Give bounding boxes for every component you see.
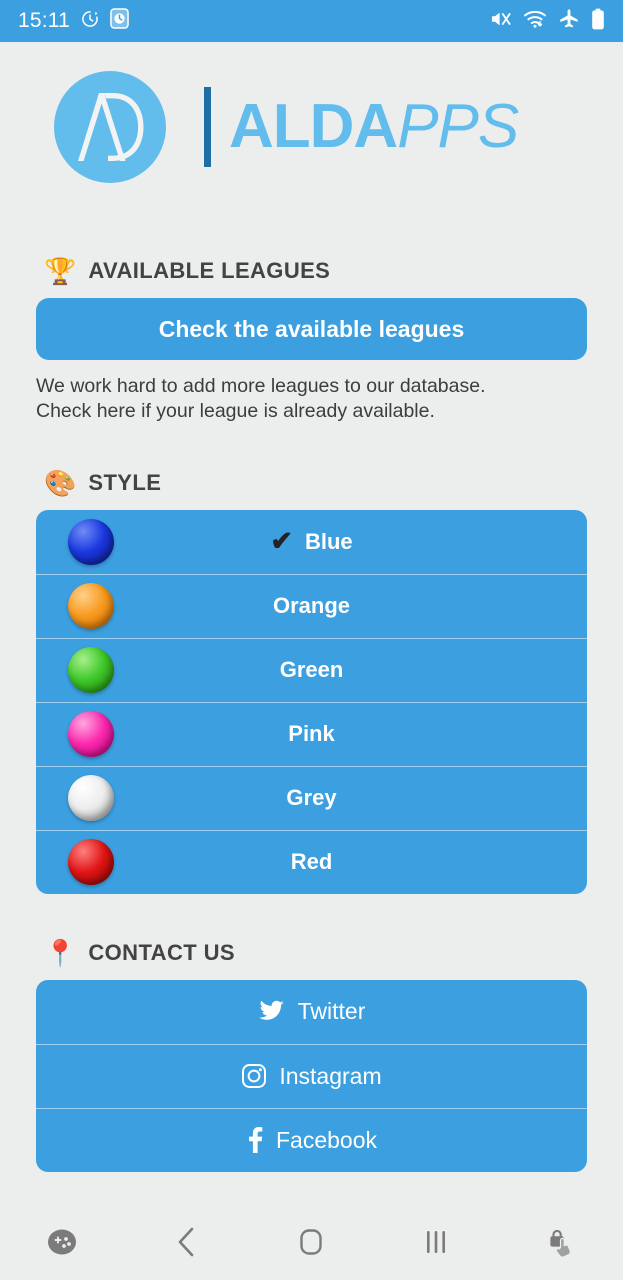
style-option-list: ✔ Blue Orange Green Pink Grey Red: [36, 509, 587, 894]
pushpin-icon: 📍: [44, 937, 77, 968]
note-line-1: We work hard to add more leagues to our …: [36, 375, 486, 397]
game-booster-icon[interactable]: [0, 1227, 125, 1257]
status-bar-clock: 15:11: [18, 9, 70, 32]
contact-us-heading: 📍 CONTACT US: [0, 940, 623, 966]
blue-sphere-icon: [68, 518, 114, 565]
style-option-label: ✔ Blue: [36, 528, 587, 555]
style-option-text: Red: [290, 849, 333, 875]
style-option-label: Orange: [36, 593, 587, 619]
available-leagues-title: AVAILABLE LEAGUES: [88, 258, 331, 283]
grey-sphere-icon: [68, 775, 114, 822]
airplane-mode-icon: [558, 8, 580, 34]
style-option-row[interactable]: Red: [36, 829, 587, 894]
orange-sphere-icon: [68, 583, 114, 630]
brand-italic-text: PPS: [397, 92, 519, 161]
style-option-row[interactable]: Grey: [36, 765, 587, 830]
scroll-content[interactable]: ALDAPPS 🏆 AVAILABLE LEAGUES Check the av…: [0, 42, 623, 1204]
contact-link-row[interactable]: Facebook: [36, 1107, 587, 1172]
style-option-text: Blue: [304, 528, 353, 554]
home-icon[interactable]: [249, 1226, 374, 1258]
pink-sphere-icon: [68, 711, 114, 758]
contact-us-title: CONTACT US: [88, 939, 235, 965]
aldapps-ad-monogram-icon: [52, 69, 168, 185]
twitter-icon: [258, 1000, 286, 1024]
status-bar: 15:11: [0, 0, 623, 42]
brand-header: ALDAPPS: [0, 42, 623, 212]
brand-bold-text: ALDA: [229, 92, 398, 161]
green-sphere-icon: [68, 647, 114, 694]
check-available-leagues-button[interactable]: Check the available leagues: [36, 298, 587, 360]
mute-icon: [489, 9, 512, 34]
style-option-text: Green: [279, 657, 344, 683]
style-option-label: Red: [36, 849, 587, 875]
style-option-row[interactable]: Pink: [36, 701, 587, 766]
contact-link-label: Facebook: [275, 1126, 377, 1153]
recents-icon[interactable]: [374, 1226, 499, 1258]
style-option-row[interactable]: Orange: [36, 573, 587, 638]
brand-wordmark: ALDAPPS: [229, 96, 519, 158]
contact-link-label: Instagram: [279, 1062, 382, 1089]
wifi-download-icon: [523, 9, 547, 34]
brand-divider: [204, 87, 211, 167]
system-navigation-bar: [0, 1204, 623, 1280]
contact-link-list: Twitter Instagram Facebook: [36, 979, 587, 1172]
status-bar-right: [489, 8, 605, 35]
style-title: STYLE: [88, 469, 162, 495]
battery-icon: [591, 8, 605, 35]
alarm-icon: [80, 9, 100, 34]
status-bar-left: 15:11: [18, 8, 129, 34]
style-option-text: Orange: [272, 593, 351, 619]
style-option-label: Grey: [36, 785, 587, 811]
contact-link-row[interactable]: Instagram: [36, 1043, 587, 1108]
clock-widget-icon: [110, 8, 129, 34]
style-option-text: Pink: [288, 721, 335, 747]
facebook-icon: [246, 1127, 264, 1154]
available-leagues-panel: Check the available leagues: [36, 298, 587, 360]
style-option-row[interactable]: ✔ Blue: [36, 510, 587, 574]
trophy-icon: 🏆: [44, 256, 77, 286]
red-sphere-icon: [68, 839, 114, 886]
available-leagues-note: We work hard to add more leagues to our …: [0, 360, 623, 424]
contact-link-label: Twitter: [297, 998, 366, 1025]
palette-icon: 🎨: [44, 467, 77, 498]
note-line-2: Check here if your league is already ava…: [36, 399, 435, 422]
instagram-icon: [241, 1063, 267, 1089]
style-option-row[interactable]: Green: [36, 637, 587, 702]
style-heading: 🎨 STYLE: [0, 470, 623, 496]
style-option-text: Grey: [286, 785, 337, 811]
back-icon[interactable]: [125, 1225, 250, 1259]
style-option-label: Green: [36, 657, 587, 683]
style-option-label: Pink: [36, 721, 587, 747]
phone-screen: 15:11 ALDAPPS 🏆 AVAILABLE LEAGUES Check …: [0, 0, 623, 1280]
contact-link-row[interactable]: Twitter: [36, 980, 587, 1044]
lock-pointer-icon[interactable]: [498, 1225, 623, 1259]
check-icon: ✔: [270, 526, 293, 557]
available-leagues-heading: 🏆 AVAILABLE LEAGUES: [0, 258, 623, 284]
